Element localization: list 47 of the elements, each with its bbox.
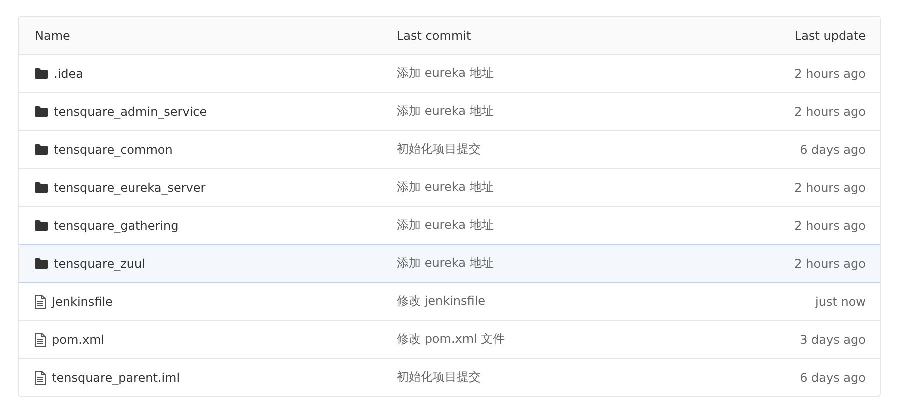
- file-name-link[interactable]: pom.xml: [52, 332, 105, 346]
- update-time: 6 days ago: [800, 370, 866, 384]
- update-time: 2 hours ago: [794, 66, 866, 80]
- update-time: 2 hours ago: [794, 256, 866, 270]
- update-time: 2 hours ago: [794, 104, 866, 118]
- column-header: Last update: [794, 28, 866, 42]
- update-time: 3 days ago: [800, 332, 866, 346]
- update-time: 6 days ago: [800, 142, 866, 156]
- update-time: just now: [816, 294, 866, 308]
- commit-message-link[interactable]: 添加 eureka 地址: [397, 217, 795, 234]
- commit-message-link[interactable]: 添加 eureka 地址: [397, 103, 795, 120]
- commit-message-link[interactable]: 修改 jenkinsfile: [397, 293, 816, 310]
- commit-message-link[interactable]: 初始化项目提交: [397, 369, 800, 386]
- file-name-link[interactable]: tensquare_admin_service: [54, 104, 208, 118]
- file-icon: [35, 294, 46, 308]
- commit-message-link[interactable]: 添加 eureka 地址: [397, 65, 795, 82]
- table-row[interactable]: tensquare_eureka_server 添加 eureka 地址 2 hours ago: [19, 169, 880, 207]
- update-time: 2 hours ago: [794, 180, 866, 194]
- commit-message-link[interactable]: 添加 eureka 地址: [397, 255, 795, 272]
- file-icon: [35, 370, 46, 384]
- commit-message-link[interactable]: 初始化项目提交: [397, 141, 800, 158]
- file-name-link[interactable]: tensquare_gathering: [54, 218, 179, 232]
- file-name-link[interactable]: Jenkinsfile: [52, 294, 113, 308]
- file-name-link[interactable]: tensquare_parent.iml: [52, 370, 180, 384]
- table-row[interactable]: tensquare_common 初始化项目提交 6 days ago: [19, 131, 880, 169]
- column-header: Last commit: [397, 28, 472, 42]
- file-name-link[interactable]: tensquare_eureka_server: [54, 180, 206, 194]
- folder-icon: [35, 144, 48, 155]
- table-row[interactable]: Jenkinsfile 修改 jenkinsfile just now: [19, 283, 880, 321]
- folder-icon: [35, 68, 48, 79]
- table-row[interactable]: tensquare_parent.iml 初始化项目提交 6 days ago: [19, 359, 880, 396]
- folder-icon: [35, 220, 48, 231]
- folder-icon: [35, 106, 48, 117]
- file-icon: [35, 332, 46, 346]
- table-row[interactable]: tensquare_admin_service 添加 eureka 地址 2 hours ago: [19, 93, 880, 131]
- table-row[interactable]: pom.xml 修改 pom.xml 文件 3 days ago: [19, 321, 880, 359]
- folder-icon: [35, 258, 48, 269]
- table-row[interactable]: .idea 添加 eureka 地址 2 hours ago: [19, 55, 880, 93]
- commit-message-link[interactable]: 添加 eureka 地址: [397, 179, 795, 196]
- file-name-link[interactable]: tensquare_zuul: [54, 256, 146, 270]
- file-name-link[interactable]: .idea: [54, 66, 84, 80]
- table-row[interactable]: tensquare_zuul 添加 eureka 地址 2 hours ago: [19, 244, 880, 283]
- file-name-link[interactable]: tensquare_common: [54, 142, 173, 156]
- update-time: 2 hours ago: [794, 218, 866, 232]
- commit-message-link[interactable]: 修改 pom.xml 文件: [397, 331, 800, 348]
- column-header: Name: [35, 28, 72, 42]
- folder-icon: [35, 182, 48, 193]
